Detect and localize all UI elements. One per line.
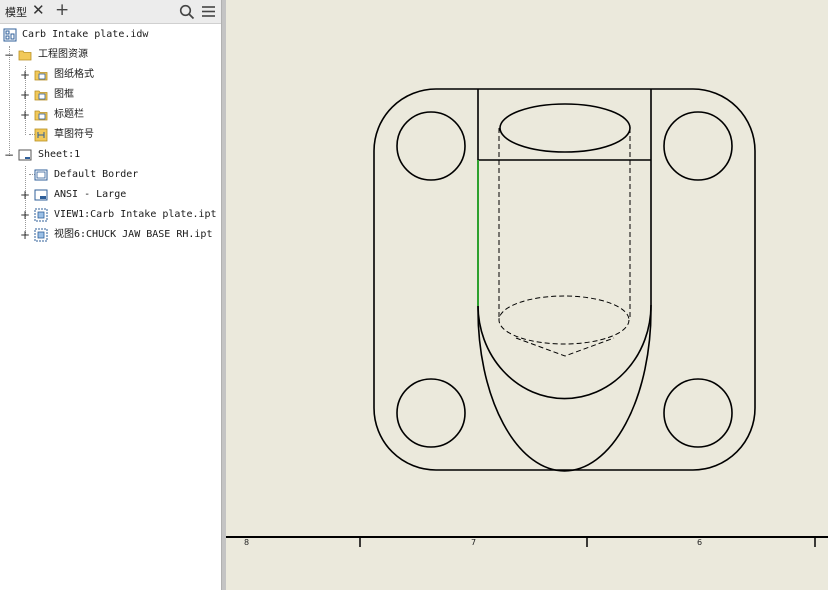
title-block-folder-icon [34,110,48,121]
expand-toggle[interactable]: + [20,189,30,201]
drawing-file-icon [3,28,17,42]
expand-toggle[interactable]: + [20,89,30,101]
tree-item-default-border[interactable]: Default Border [19,167,199,183]
bolt-hole-top-right[interactable] [663,111,733,181]
title-block-icon [34,189,48,201]
border-icon [34,169,48,181]
tree-item-label: VIEW1:Carb Intake plate.ipt [54,209,217,220]
plate-outline[interactable] [373,88,756,471]
bolt-hole-top-left[interactable] [396,111,466,181]
bolt-hole-bottom-right[interactable] [663,378,733,448]
tree-item-sketch-symbols[interactable]: 草图符号 [19,127,199,143]
tree-item-title-block[interactable]: + ANSI - Large [19,187,199,203]
ruler-label: 7 [471,538,477,547]
hidden-bottom-ellipse [498,295,630,345]
slot-outline[interactable] [477,89,652,472]
expand-toggle[interactable]: + [20,69,30,81]
search-icon[interactable] [179,4,195,20]
collapse-toggle[interactable]: − [4,49,14,61]
sheet-format-folder-icon [34,70,48,81]
expand-toggle[interactable]: + [20,109,30,121]
tree-item-label: 标题栏 [54,109,84,120]
expand-toggle[interactable]: + [20,229,30,241]
sketch-symbol-icon [34,128,48,142]
tree-item-label: ANSI - Large [54,189,127,200]
tree-item-root-file[interactable]: Carb Intake plate.idw [3,27,203,43]
browser-tree: Carb Intake plate.idw − 工程图资源 + 图纸格式 + 图… [0,23,221,590]
tree-item-label: 草图符号 [54,129,94,140]
tab-model[interactable]: 模型 [5,4,27,20]
tree-item-title-blocks[interactable]: + 标题栏 [19,107,199,123]
ruler-label: 6 [697,538,703,547]
browser-tab-bar: 模型 ✕ + [0,0,221,24]
drawing-sheet[interactable] [226,0,828,590]
drawing-view-icon [34,228,48,242]
folder-icon [18,50,32,61]
inner-arc[interactable] [477,304,652,400]
model-browser-panel: 模型 ✕ + Carb Intake plate.idw − 工程图资源 + 图… [0,0,221,590]
expand-toggle[interactable]: + [20,209,30,221]
drawing-canvas[interactable]: 8 7 6 [226,0,828,590]
tree-item-label: 工程图资源 [38,49,88,60]
ruler-label: 8 [244,538,250,547]
bore-top-ellipse[interactable] [499,103,631,153]
hamburger-menu-icon[interactable] [201,4,216,19]
tree-item-label: 视图6:CHUCK JAW BASE RH.ipt [54,229,213,240]
border-folder-icon [34,90,48,101]
tree-item-label: Carb Intake plate.idw [22,29,149,40]
collapse-toggle[interactable]: − [4,149,14,161]
tab-close-icon[interactable]: ✕ [32,1,45,19]
tree-item-view1[interactable]: + VIEW1:Carb Intake plate.ipt [19,207,219,223]
tree-item-label: 图纸格式 [54,69,94,80]
tree-item-borders[interactable]: + 图框 [19,87,199,103]
tree-item-label: Sheet:1 [38,149,81,160]
tree-item-label: Default Border [54,169,139,180]
tree-item-label: 图框 [54,89,74,100]
sheet-icon [18,149,32,161]
tree-item-sheet-formats[interactable]: + 图纸格式 [19,67,199,83]
tree-item-sheet[interactable]: − Sheet:1 [3,147,203,163]
tree-item-view6[interactable]: + 视图6:CHUCK JAW BASE RH.ipt [19,227,219,243]
drawing-view-icon [34,208,48,222]
bolt-hole-bottom-left[interactable] [396,378,466,448]
tree-item-drawing-resources[interactable]: − 工程图资源 [3,47,203,63]
add-tab-icon[interactable]: + [55,0,69,20]
